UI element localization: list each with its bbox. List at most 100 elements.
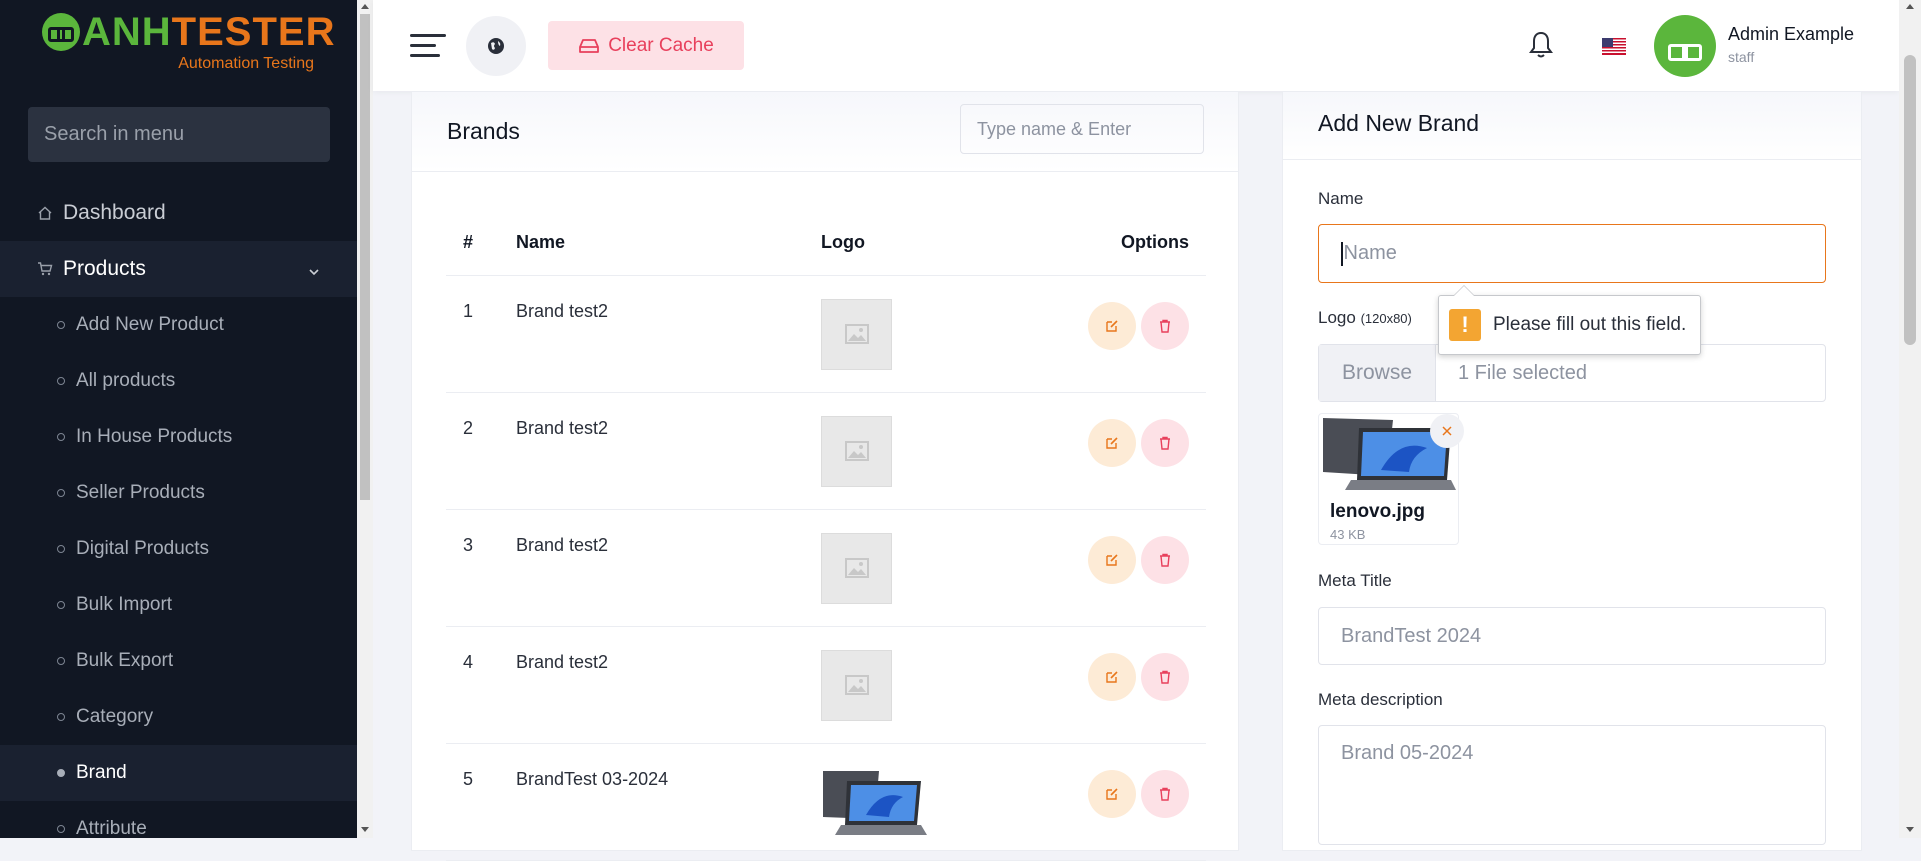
- image-placeholder-icon: [821, 298, 892, 370]
- sidebar-subitem-label: Bulk Export: [76, 650, 174, 671]
- sidebar-subitem-brand[interactable]: Brand: [0, 745, 357, 801]
- menu-search-input[interactable]: Search in menu: [28, 107, 330, 162]
- logo-face-icon: [42, 13, 80, 51]
- row-name: Brand test2: [516, 392, 821, 510]
- hard-drive-icon: [579, 38, 600, 53]
- row-name: Brand test2: [516, 626, 821, 744]
- logo-part1: ANH: [82, 10, 172, 54]
- sidebar-subitem-label: All products: [76, 370, 176, 391]
- trash-icon: [1160, 436, 1170, 450]
- globe-icon: [488, 38, 504, 54]
- brands-title: Brands: [447, 118, 520, 144]
- remove-file-button[interactable]: [1430, 414, 1464, 448]
- sidebar-item-label: Products: [63, 257, 146, 280]
- meta-title-label: Meta Title: [1318, 571, 1392, 590]
- table-row: 2 Brand test2: [446, 392, 1206, 510]
- bullet-icon: [57, 545, 65, 553]
- scroll-up-arrow-icon[interactable]: [361, 4, 369, 9]
- avatar[interactable]: [1654, 15, 1716, 77]
- row-num: 5: [446, 743, 516, 861]
- logo-tagline: Automation Testing: [178, 55, 314, 72]
- edit-button[interactable]: [1088, 418, 1136, 467]
- sidebar-item-dashboard[interactable]: Dashboard: [0, 185, 357, 241]
- bullet-icon: [57, 489, 65, 497]
- delete-button[interactable]: [1141, 418, 1189, 467]
- file-name: lenovo.jpg: [1330, 501, 1425, 522]
- sidebar-scrollbar[interactable]: [357, 0, 373, 838]
- sidebar-subitem-all-products[interactable]: All products: [0, 353, 357, 409]
- table-header-row: # Name Logo Options: [446, 210, 1206, 276]
- user-role: staff: [1728, 49, 1755, 65]
- clear-cache-button[interactable]: Clear Cache: [548, 21, 744, 70]
- bullet-icon: [57, 769, 65, 777]
- sidebar-subitem-digital-products[interactable]: Digital Products: [0, 521, 357, 577]
- name-input[interactable]: Name: [1318, 224, 1826, 283]
- sidebar-subitem-bulk-import[interactable]: Bulk Import: [0, 577, 357, 633]
- edit-button[interactable]: [1088, 652, 1136, 701]
- page-scrollbar[interactable]: [1899, 0, 1921, 838]
- edit-button[interactable]: [1088, 535, 1136, 584]
- edit-button[interactable]: [1088, 301, 1136, 350]
- scroll-down-arrow-icon[interactable]: [1906, 827, 1914, 832]
- browse-button[interactable]: Browse: [1319, 345, 1436, 401]
- logo-label: Logo (120x80): [1318, 308, 1412, 328]
- user-name[interactable]: Admin Example: [1728, 24, 1854, 45]
- sidebar-subitem-add-new-product[interactable]: Add New Product: [0, 297, 357, 353]
- sidebar-subitem-attribute[interactable]: Attribute: [0, 801, 357, 838]
- table-row: 3 Brand test2: [446, 509, 1206, 627]
- trash-icon: [1160, 553, 1170, 567]
- add-brand-title: Add New Brand: [1318, 110, 1480, 136]
- validation-message: Please fill out this field.: [1493, 314, 1687, 335]
- sidebar-subitem-label: Digital Products: [76, 538, 210, 559]
- sidebar-scrollbar-thumb[interactable]: [360, 14, 370, 500]
- logo-size-hint: (120x80): [1360, 311, 1412, 326]
- row-num: 4: [446, 626, 516, 744]
- delete-button[interactable]: [1141, 301, 1189, 350]
- sidebar-subitem-label: Category: [76, 706, 154, 727]
- scroll-up-arrow-icon[interactable]: [1906, 4, 1914, 9]
- image-placeholder-icon: [821, 415, 892, 487]
- edit-icon: [1106, 319, 1118, 332]
- sidebar-item-label: Dashboard: [63, 201, 166, 224]
- brands-card: Brands Type name & Enter # Name Logo Opt…: [411, 91, 1239, 861]
- sidebar-subitem-label: In House Products: [76, 426, 233, 447]
- row-name: Brand test2: [516, 509, 821, 627]
- column-header-logo: Logo: [821, 210, 1031, 276]
- scroll-down-arrow-icon[interactable]: [361, 827, 369, 832]
- edit-icon: [1106, 670, 1118, 683]
- sidebar-item-products[interactable]: Products: [0, 241, 357, 297]
- globe-button[interactable]: [466, 16, 526, 76]
- sidebar: ANHTESTER Automation Testing Search in m…: [0, 0, 357, 838]
- text-caret: [1341, 241, 1343, 266]
- meta-title-input[interactable]: BrandTest 2024: [1318, 607, 1826, 665]
- sidebar-subitem-label: Bulk Import: [76, 594, 173, 615]
- sidebar-subitem-label: Add New Product: [76, 314, 224, 335]
- table-row: 5 BrandTest 03-2024: [446, 743, 1206, 861]
- brand-logo[interactable]: ANHTESTER Automation Testing: [42, 10, 334, 82]
- add-brand-card: Add New Brand Name Name Logo (120x80) Br…: [1282, 91, 1862, 851]
- row-num: 1: [446, 275, 516, 393]
- validation-tooltip: ! Please fill out this field.: [1438, 285, 1701, 355]
- menu-icon[interactable]: [410, 31, 446, 61]
- delete-button[interactable]: [1141, 769, 1189, 818]
- sidebar-subitem-label: Seller Products: [76, 482, 205, 503]
- sidebar-subitem-category[interactable]: Category: [0, 689, 357, 745]
- bell-icon[interactable]: [1529, 30, 1553, 65]
- delete-button[interactable]: [1141, 535, 1189, 584]
- row-num: 2: [446, 392, 516, 510]
- edit-button[interactable]: [1088, 769, 1136, 818]
- row-name: Brand test2: [516, 275, 821, 393]
- name-placeholder: Name: [1343, 242, 1397, 264]
- page-scrollbar-thumb[interactable]: [1904, 55, 1916, 345]
- column-header-options: Options: [1031, 210, 1206, 276]
- us-flag-icon[interactable]: [1602, 38, 1626, 55]
- bullet-icon: [57, 321, 65, 329]
- brand-search-input[interactable]: Type name & Enter: [960, 104, 1204, 154]
- meta-description-textarea[interactable]: Brand 05-2024: [1318, 725, 1826, 845]
- logo-part2: TESTER: [171, 10, 336, 54]
- sidebar-subitem-seller-products[interactable]: Seller Products: [0, 465, 357, 521]
- sidebar-subitem-bulk-export[interactable]: Bulk Export: [0, 633, 357, 689]
- sidebar-subitem-in-house-products[interactable]: In House Products: [0, 409, 357, 465]
- delete-button[interactable]: [1141, 652, 1189, 701]
- name-label: Name: [1318, 189, 1364, 208]
